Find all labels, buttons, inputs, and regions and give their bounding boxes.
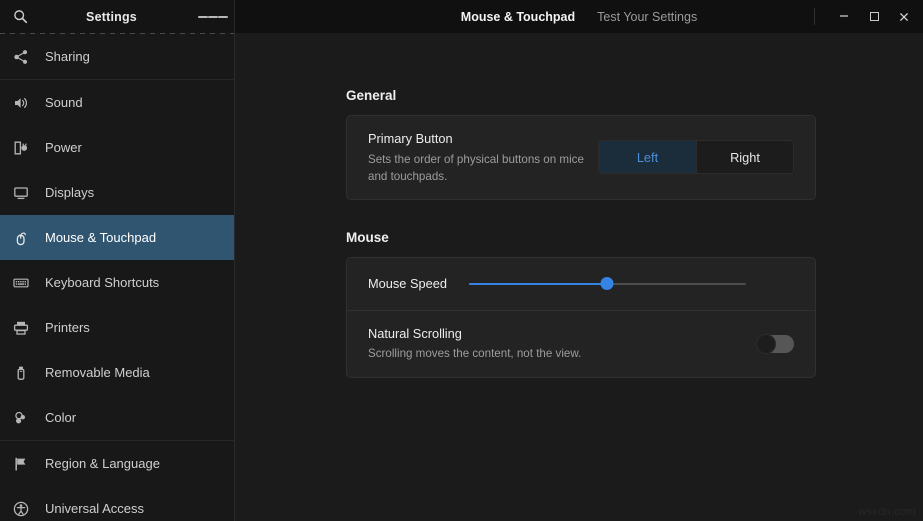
sidebar-item-mouse-touchpad[interactable]: Mouse & Touchpad: [0, 215, 234, 260]
sidebar-item-region-language[interactable]: Region & Language: [0, 441, 234, 486]
window-body: Sharing Sound Power Displays Mouse & Touchpa…: [0, 33, 923, 521]
monitor-icon: [13, 185, 39, 201]
sidebar-item-label: Sharing: [45, 49, 90, 64]
sidebar-item-printers[interactable]: Printers: [0, 305, 234, 350]
sidebar[interactable]: Sharing Sound Power Displays Mouse & Touchpa…: [0, 33, 235, 521]
slider-handle[interactable]: [601, 277, 614, 290]
sidebar-item-removable-media[interactable]: Removable Media: [0, 350, 234, 395]
sidebar-item-sharing[interactable]: Sharing: [0, 34, 234, 79]
titlebar-divider: [814, 8, 815, 25]
titlebar-main-section: Mouse & Touchpad Test Your Settings: [235, 0, 923, 33]
maximize-button[interactable]: [859, 4, 889, 30]
sidebar-item-keyboard-shortcuts[interactable]: Keyboard Shortcuts: [0, 260, 234, 305]
printer-icon: [13, 320, 39, 336]
sidebar-item-sound[interactable]: Sound: [0, 80, 234, 125]
general-heading: General: [346, 88, 923, 103]
titlebar: Settings Mouse & Touchpad Test Your Sett…: [0, 0, 923, 33]
hamburger-menu-icon[interactable]: [198, 14, 228, 20]
sidebar-item-universal-access[interactable]: Universal Access: [0, 486, 234, 521]
test-your-settings-button[interactable]: Test Your Settings: [597, 10, 697, 24]
settings-window: Settings Mouse & Touchpad Test Your Sett…: [0, 0, 923, 521]
titlebar-sidebar-section: Settings: [0, 0, 235, 33]
close-button[interactable]: [889, 4, 919, 30]
primary-button-option-left[interactable]: Left: [599, 141, 696, 173]
minimize-button[interactable]: [829, 4, 859, 30]
sidebar-item-label: Keyboard Shortcuts: [45, 275, 159, 290]
sidebar-item-label: Removable Media: [45, 365, 150, 380]
sidebar-item-label: Mouse & Touchpad: [45, 230, 156, 245]
share-icon: [13, 49, 39, 65]
sidebar-item-displays[interactable]: Displays: [0, 170, 234, 215]
general-card: Primary Button Sets the order of physica…: [346, 115, 816, 200]
natural-scrolling-row: Natural Scrolling Scrolling moves the co…: [347, 310, 815, 377]
keyboard-icon: [13, 275, 39, 291]
sidebar-nav-list: Sharing Sound Power Displays Mouse & Touchpa…: [0, 33, 234, 521]
mouse-card: Mouse Speed Natural Sc: [346, 257, 816, 378]
sidebar-item-power[interactable]: Power: [0, 125, 234, 170]
primary-button-label: Primary Button: [368, 130, 598, 149]
toggle-knob: [756, 334, 776, 354]
sidebar-item-label: Printers: [45, 320, 90, 335]
sidebar-item-label: Color: [45, 410, 76, 425]
speaker-icon: [13, 95, 39, 111]
mouse-speed-slider[interactable]: [469, 277, 746, 291]
color-circles-icon: [13, 410, 39, 426]
primary-button-row: Primary Button Sets the order of physica…: [347, 116, 815, 199]
mouse-section: Mouse Mouse Speed: [346, 230, 923, 378]
slider-fill: [469, 283, 608, 285]
natural-scrolling-toggle[interactable]: [758, 335, 794, 353]
mouse-icon: [13, 230, 39, 246]
mouse-heading: Mouse: [346, 230, 923, 245]
primary-button-option-right[interactable]: Right: [696, 141, 793, 173]
natural-scrolling-description: Scrolling moves the content, not the vie…: [368, 345, 598, 362]
main-panel: General Primary Button Sets the order of…: [235, 33, 923, 521]
sidebar-item-label: Region & Language: [45, 456, 160, 471]
accessibility-icon: [13, 501, 39, 517]
window-controls: [814, 0, 923, 33]
page-title: Mouse & Touchpad: [461, 10, 575, 24]
maximize-icon: [870, 12, 879, 21]
mouse-speed-row: Mouse Speed: [347, 258, 815, 310]
general-section: General Primary Button Sets the order of…: [346, 88, 923, 200]
primary-button-segmented-control[interactable]: LeftRight: [598, 140, 794, 174]
primary-button-description: Sets the order of physical buttons on mi…: [368, 151, 598, 185]
mouse-speed-label: Mouse Speed: [368, 275, 447, 294]
flag-icon: [13, 456, 39, 472]
sidebar-item-label: Sound: [45, 95, 83, 110]
settings-title: Settings: [25, 10, 198, 24]
usb-drive-icon: [13, 365, 39, 381]
power-plug-icon: [13, 140, 39, 156]
sidebar-item-color[interactable]: Color: [0, 395, 234, 440]
sidebar-item-label: Universal Access: [45, 501, 144, 516]
sidebar-item-label: Displays: [45, 185, 94, 200]
natural-scrolling-label: Natural Scrolling: [368, 325, 758, 344]
watermark: wsxdn.com: [858, 506, 916, 518]
sidebar-item-label: Power: [45, 140, 82, 155]
